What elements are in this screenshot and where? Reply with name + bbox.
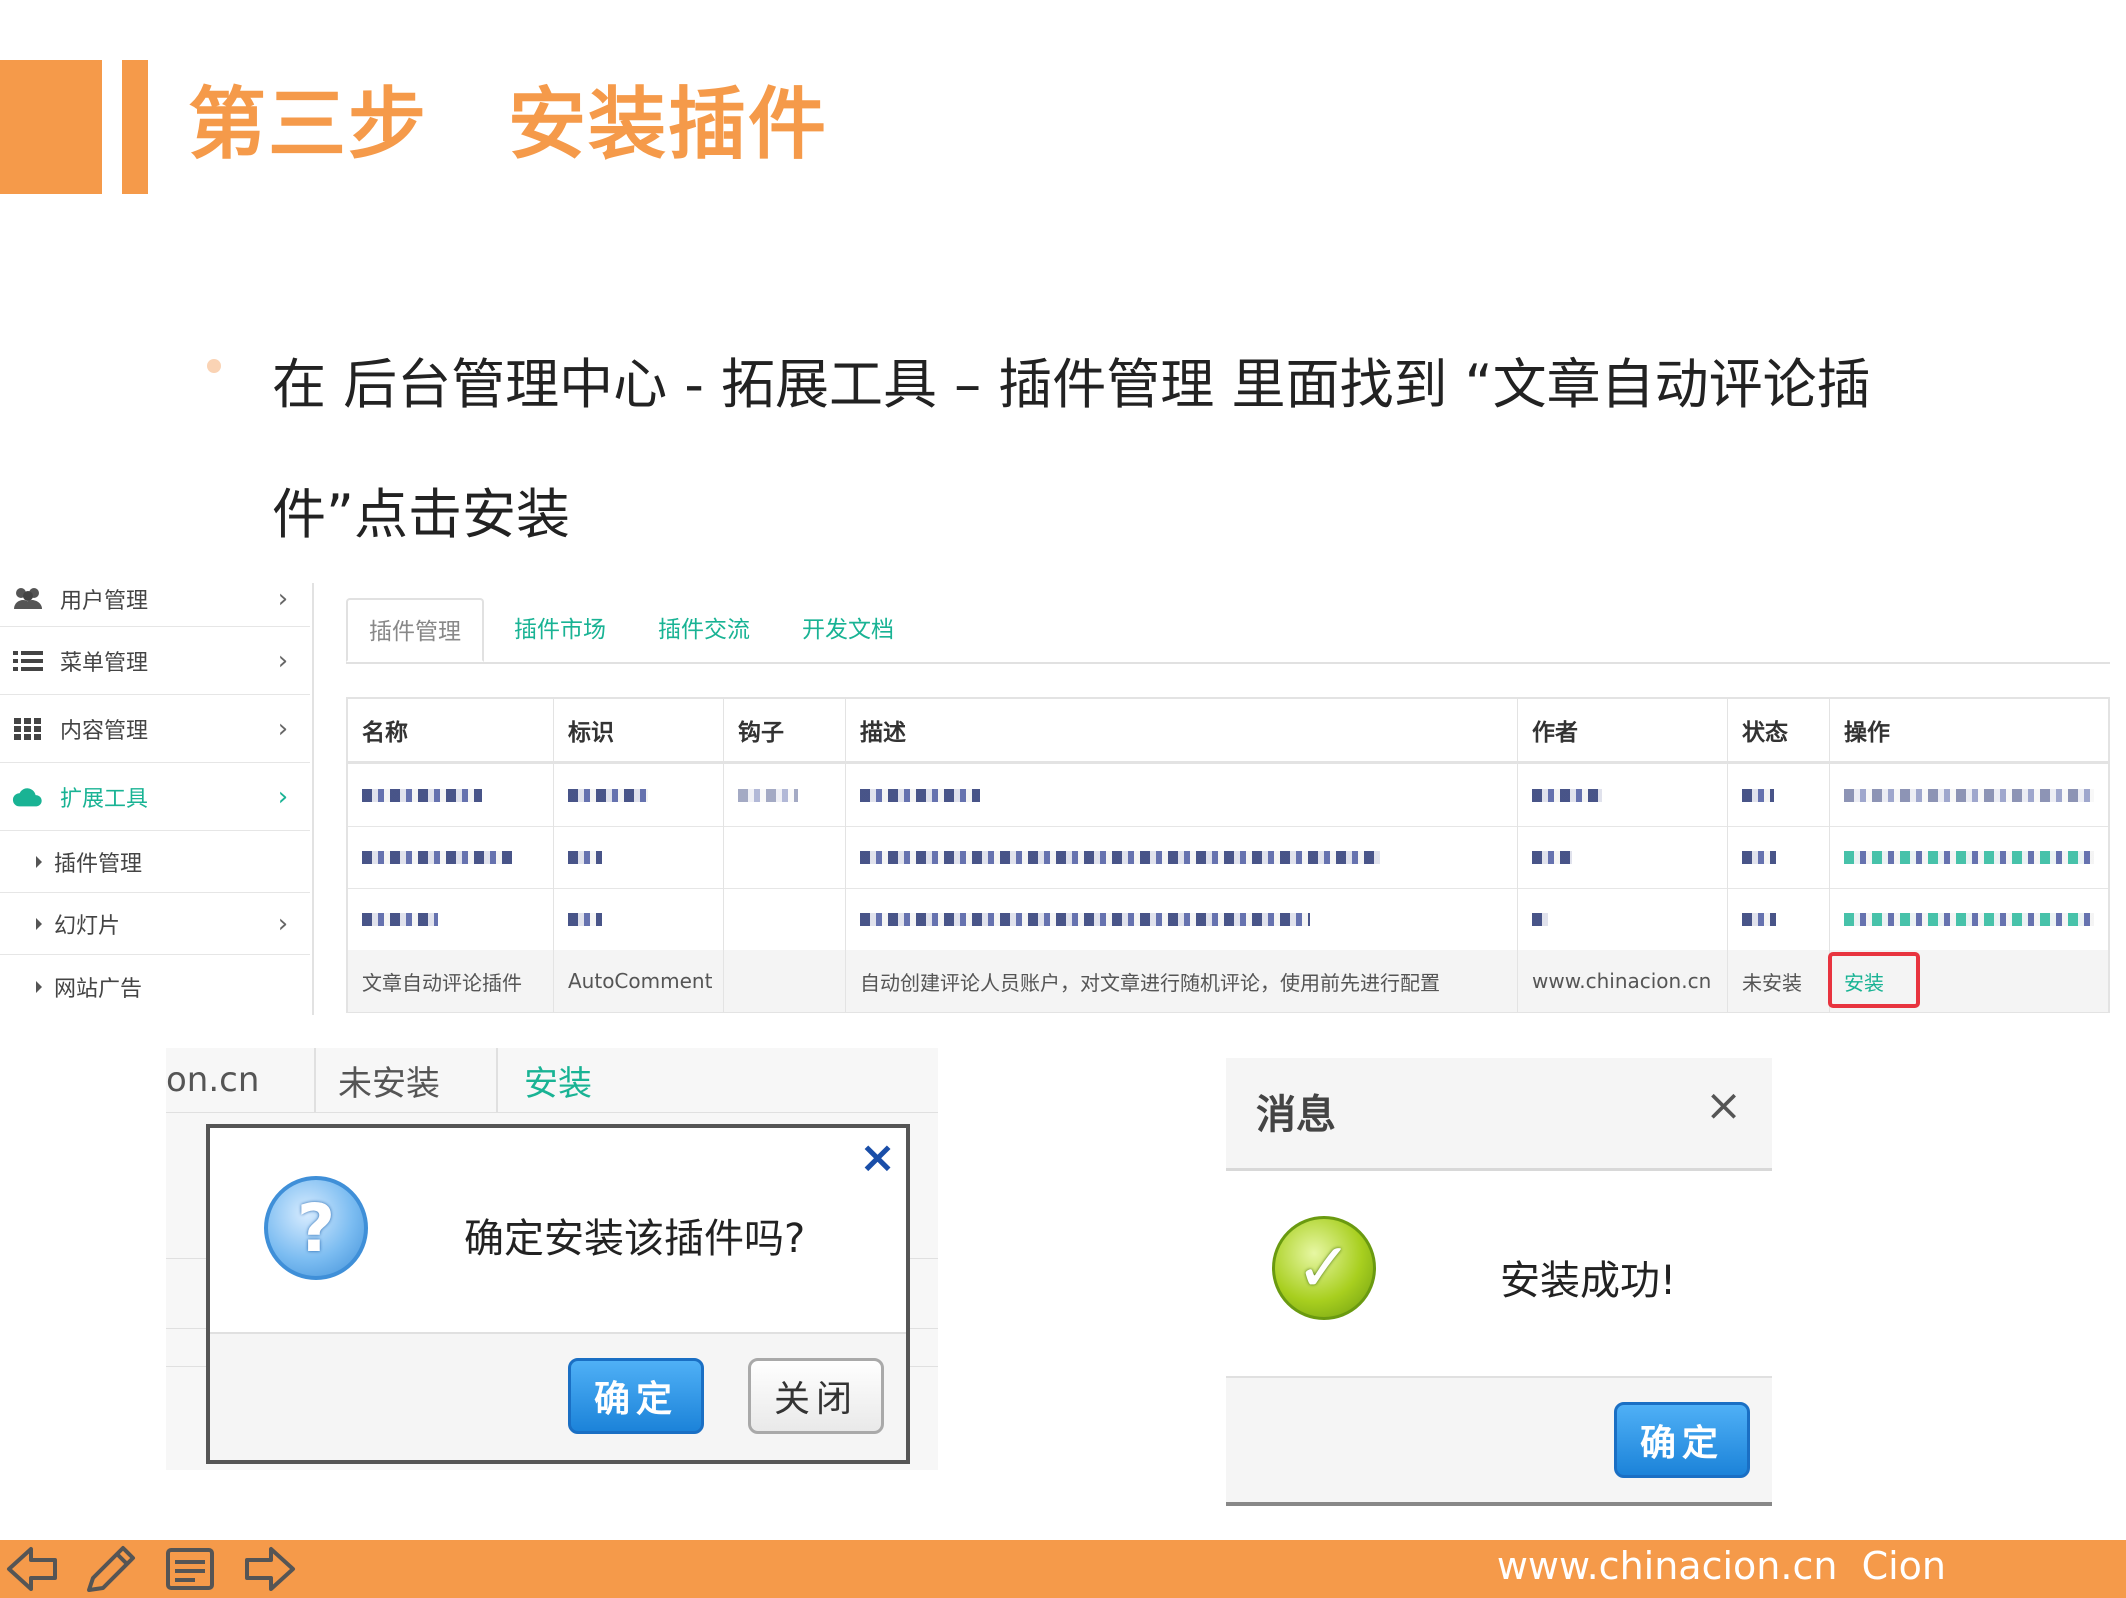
column-header-action: 操作 xyxy=(1844,720,1890,746)
pixelated-text xyxy=(568,850,602,864)
pixelated-text xyxy=(860,912,1310,926)
caret-right-icon xyxy=(36,917,42,930)
arrow-right-icon[interactable] xyxy=(242,1544,298,1594)
plugin-tabs: 插件管理 插件市场 插件交流 开发文档 xyxy=(346,598,2110,664)
admin-sidebar: 用户管理 › 菜单管理 › 内容管理 › 扩展工具 › 插件管理 幻灯片 › 网… xyxy=(0,583,314,1015)
users-icon xyxy=(12,587,44,611)
success-message: 安装成功! xyxy=(1500,1258,1677,1304)
pixelated-text xyxy=(568,912,602,926)
chevron-right-icon: › xyxy=(277,713,289,744)
column-header-description: 描述 xyxy=(846,699,1518,761)
sidebar-item-label: 菜单管理 xyxy=(60,650,149,676)
sidebar-item-label: 内容管理 xyxy=(60,718,149,744)
slide-title: 第三步 安装插件 xyxy=(188,80,829,170)
sidebar-item-content[interactable]: 内容管理 › xyxy=(0,695,310,763)
chevron-right-icon: › xyxy=(277,645,289,676)
pixelated-text xyxy=(1532,912,1548,926)
grid-icon xyxy=(12,717,44,740)
dialog-header: 消息 × xyxy=(1226,1058,1772,1171)
column-header-hook: 钩子 xyxy=(724,699,846,761)
footer-site-label: www.chinacion.cn Cion xyxy=(1496,1544,1946,1588)
sidebar-item-label: 幻灯片 xyxy=(54,913,121,939)
close-icon[interactable]: × xyxy=(859,1132,896,1183)
pixelated-text xyxy=(1532,850,1572,864)
footer-bar: www.chinacion.cn Cion xyxy=(0,1540,2126,1598)
status-snippet: 未安装 xyxy=(314,1048,498,1112)
dialog-title: 消息 xyxy=(1256,1092,1336,1138)
plugin-hook xyxy=(724,950,846,1012)
confirm-close-button[interactable]: 关闭 xyxy=(748,1358,884,1434)
chevron-right-icon: › xyxy=(277,781,289,812)
pixelated-text xyxy=(738,788,798,802)
pixelated-text xyxy=(1844,912,2094,926)
header-block xyxy=(0,60,102,194)
install-link-snippet[interactable]: 安装 xyxy=(524,1048,704,1112)
instruction-text: 在 后台管理中心 - 拓展工具 – 插件管理 里面找到 “文章自动评论插件”点击… xyxy=(272,353,1871,546)
sidebar-subitem-ads[interactable]: 网站广告 xyxy=(0,955,310,1015)
success-ok-button[interactable]: 确定 xyxy=(1614,1402,1750,1478)
sidebar-item-label: 网站广告 xyxy=(54,977,143,1002)
tab-plugin-exchange[interactable]: 插件交流 xyxy=(636,598,772,662)
install-success-dialog: 消息 × ✓ 安装成功! 确定 xyxy=(1226,1058,1772,1506)
tab-plugin-market[interactable]: 插件市场 xyxy=(492,598,628,662)
confirm-install-dialog: × ? 确定安装该插件吗? 确定 关闭 xyxy=(206,1124,910,1464)
sidebar-item-extensions[interactable]: 扩展工具 › xyxy=(0,763,310,831)
pixelated-text xyxy=(362,788,482,802)
confirm-message: 确定安装该插件吗? xyxy=(464,1216,806,1262)
sidebar-subitem-plugins[interactable]: 插件管理 xyxy=(0,831,310,893)
confirm-ok-button[interactable]: 确定 xyxy=(568,1358,704,1434)
column-header-author: 作者 xyxy=(1518,699,1728,761)
pixelated-text xyxy=(1844,788,2094,802)
pixelated-text xyxy=(1844,850,2094,864)
pencil-icon[interactable] xyxy=(82,1544,138,1594)
plugin-id: AutoComment xyxy=(554,950,724,1012)
table-row-obscured xyxy=(348,764,2108,827)
tab-dev-docs[interactable]: 开发文档 xyxy=(780,598,916,662)
pixelated-text xyxy=(1742,912,1776,926)
sidebar-subitem-slides[interactable]: 幻灯片 › xyxy=(0,893,310,955)
pixelated-text xyxy=(362,850,512,864)
plugin-description: 自动创建评论人员账户，对文章进行随机评论，使用前先进行配置 xyxy=(846,950,1518,1012)
table-row-obscured xyxy=(348,888,2108,951)
pixelated-text xyxy=(362,912,438,926)
sidebar-item-menus[interactable]: 菜单管理 › xyxy=(0,627,310,695)
plugin-status: 未安装 xyxy=(1728,950,1830,1012)
pixelated-text xyxy=(1742,788,1774,802)
caret-right-icon xyxy=(36,855,42,868)
column-header-status: 状态 xyxy=(1728,699,1830,761)
sidebar-item-label: 扩展工具 xyxy=(60,786,149,812)
table-row-snippet: on.cn 未安装 安装 xyxy=(166,1048,938,1113)
tab-plugin-management[interactable]: 插件管理 xyxy=(346,598,484,662)
chevron-right-icon: › xyxy=(277,908,289,939)
plugin-author: www.chinacion.cn xyxy=(1518,950,1728,1012)
checkmark-icon: ✓ xyxy=(1272,1216,1376,1320)
header-bar xyxy=(122,60,148,194)
cloud-icon xyxy=(12,786,44,808)
table-header: 名称 标识 钩子 描述 作者 状态 操作 xyxy=(348,699,2108,764)
dialog-footer: 确定 xyxy=(1226,1376,1772,1506)
sidebar-item-users[interactable]: 用户管理 › xyxy=(0,583,310,627)
arrow-left-icon[interactable] xyxy=(4,1544,60,1594)
close-icon[interactable]: × xyxy=(1705,1080,1742,1131)
question-icon: ? xyxy=(264,1176,368,1280)
bullet-dot xyxy=(207,359,221,373)
pixelated-text xyxy=(1742,850,1776,864)
column-header-name: 名称 xyxy=(348,699,554,761)
sidebar-item-label: 插件管理 xyxy=(54,851,143,877)
chevron-right-icon: › xyxy=(277,583,289,614)
dialog-footer: 确定 关闭 xyxy=(210,1332,906,1460)
caret-right-icon xyxy=(36,981,42,993)
table-row-obscured xyxy=(348,826,2108,889)
pixelated-text xyxy=(860,788,980,802)
plugin-name: 文章自动评论插件 xyxy=(348,950,554,1012)
author-snippet: on.cn xyxy=(166,1048,316,1112)
column-header-id: 标识 xyxy=(554,699,724,761)
pixelated-text xyxy=(860,850,1380,864)
note-icon[interactable] xyxy=(162,1544,218,1594)
install-highlight-box xyxy=(1828,952,1920,1008)
list-icon xyxy=(12,650,44,672)
sidebar-item-label: 用户管理 xyxy=(60,588,149,614)
pixelated-text xyxy=(1532,788,1602,802)
pixelated-text xyxy=(568,788,648,802)
